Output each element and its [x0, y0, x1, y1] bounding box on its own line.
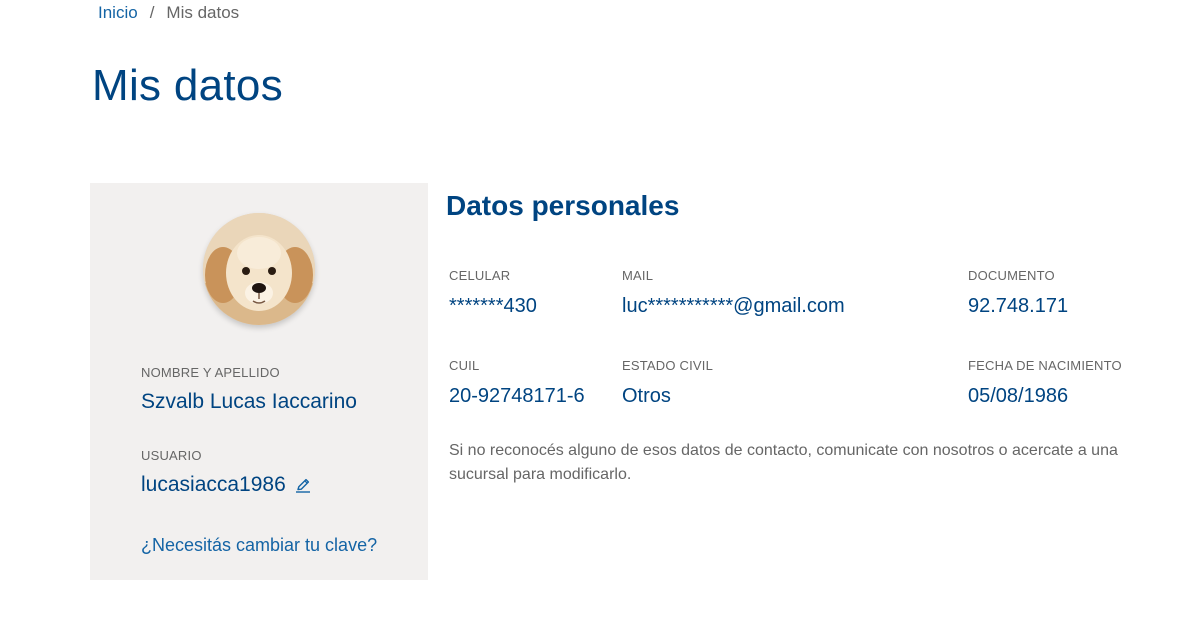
contact-note: Si no reconocés alguno de esos datos de … [449, 442, 1118, 483]
document-label: DOCUMENTO [968, 268, 1055, 283]
email-value: luc***********@gmail.com [622, 295, 845, 317]
change-password-link[interactable]: ¿Necesitás cambiar tu clave? [141, 534, 377, 556]
marital-status-label: ESTADO CIVIL [622, 358, 714, 373]
marital-status-value: Otros [622, 385, 671, 407]
breadcrumb-current: Mis datos [166, 3, 240, 22]
phone-value: *******430 [449, 295, 537, 317]
email-field: MAIL luc***********@gmail.com [622, 268, 845, 319]
email-label: MAIL [622, 268, 654, 283]
full-name-label: NOMBRE Y APELLIDO [141, 365, 280, 380]
birth-date-value: 05/08/1986 [968, 385, 1069, 407]
username-label: USUARIO [141, 448, 202, 463]
profile-card: NOMBRE Y APELLIDO Szvalb Lucas Iaccarino… [90, 183, 428, 580]
birth-date-field: FECHA DE NACIMIENTO 05/08/1986 [968, 358, 1122, 409]
phone-field: CELULAR *******430 [449, 268, 537, 319]
username-row: lucasiacca1986 [141, 472, 312, 498]
cuil-label: CUIL [449, 358, 480, 373]
cuil-field: CUIL 20-92748171-6 [449, 358, 585, 409]
birth-date-label: FECHA DE NACIMIENTO [968, 358, 1122, 373]
document-field: DOCUMENTO 92.748.171 [968, 268, 1068, 319]
breadcrumb: Inicio / Mis datos [98, 3, 239, 23]
marital-status-field: ESTADO CIVIL Otros [622, 358, 713, 409]
breadcrumb-home-link[interactable]: Inicio [98, 3, 138, 23]
puppy-avatar-icon [203, 213, 315, 325]
document-value: 92.748.171 [968, 295, 1069, 317]
page-title: Mis datos [92, 61, 283, 110]
avatar[interactable] [203, 213, 315, 325]
pencil-icon[interactable] [294, 476, 312, 494]
cuil-value: 20-92748171-6 [449, 385, 585, 407]
breadcrumb-separator: / [149, 3, 155, 22]
username-value: lucasiacca1986 [141, 473, 286, 496]
phone-label: CELULAR [449, 268, 511, 283]
personal-data-title: Datos personales [446, 190, 680, 221]
full-name-value: Szvalb Lucas Iaccarino [141, 390, 357, 413]
